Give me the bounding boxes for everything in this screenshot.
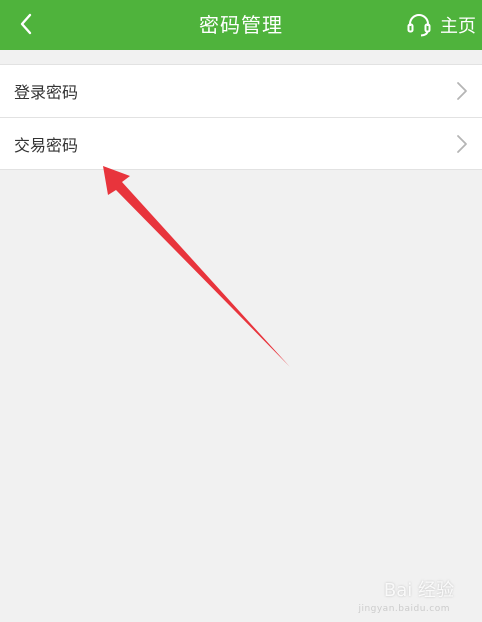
watermark-url: jingyan.baidu.com [358,604,450,614]
home-label: 主页 [440,16,476,37]
top-nav-bar: 密码管理 主页 [0,0,482,50]
password-settings-list: 登录密码 交易密码 [0,64,482,170]
chevron-right-icon [457,135,467,153]
list-item-login-password[interactable]: 登录密码 [0,65,482,117]
chevron-right-icon [457,82,467,100]
list-item-label: 登录密码 [14,83,79,102]
password-management-screen: 密码管理 主页 登录密码 交易密码 Bai 经验 jingyan.baidu.c… [0,0,482,622]
watermark-logo: Bai 经验 [383,580,454,601]
headset-icon [407,14,431,37]
list-item-trade-password[interactable]: 交易密码 [0,117,482,169]
list-item-label: 交易密码 [14,135,79,155]
home-button[interactable]: 主页 [406,8,476,42]
